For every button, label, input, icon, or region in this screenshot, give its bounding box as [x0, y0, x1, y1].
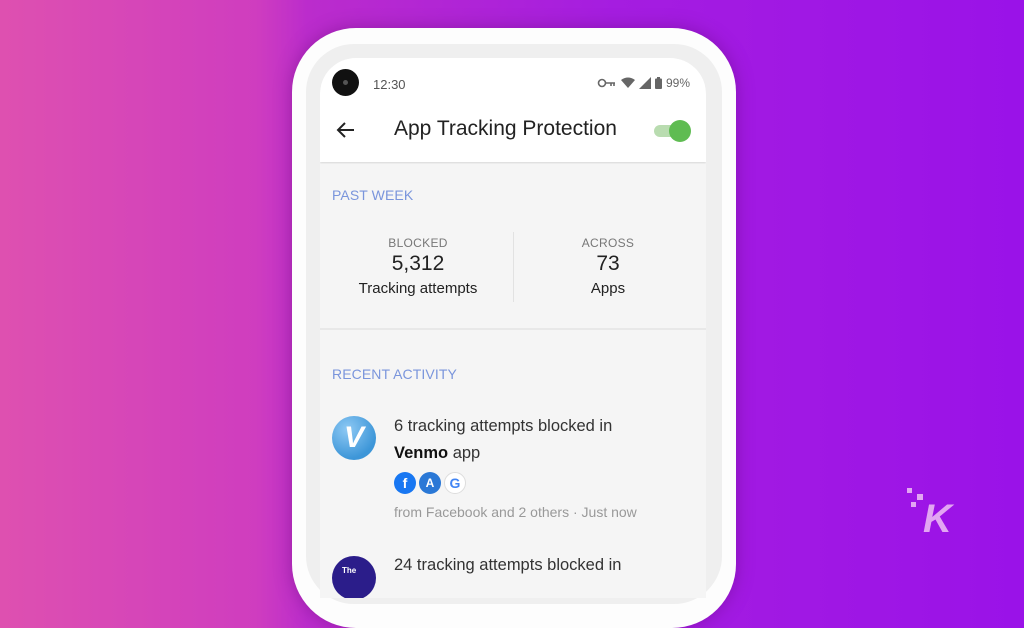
adjust-icon: A: [419, 472, 441, 494]
stat-subtitle: Tracking attempts: [358, 280, 478, 297]
stat-subtitle: Apps: [590, 280, 626, 297]
recent-activity-card: RECENT ACTIVITY V 6 tracking attempts bl…: [320, 330, 706, 598]
stat-value: 5,312: [391, 252, 445, 275]
back-button[interactable]: [334, 118, 358, 142]
activity-prefix: 24 tracking attempts blocked in: [394, 556, 622, 574]
the-app-icon: The: [332, 556, 376, 598]
status-time: 12:30: [373, 77, 406, 92]
activity-app-name: Venmo: [394, 444, 449, 462]
past-week-card: PAST WEEK BLOCKED 5,312 Tracking attempt…: [320, 164, 706, 330]
watermark-letter: K: [923, 497, 955, 536]
tracker-icons: f A G: [394, 472, 466, 494]
page-title: App Tracking Protection: [394, 117, 617, 140]
activity-item[interactable]: The 24 tracking attempts blocked in: [332, 552, 702, 598]
section-label-recent-activity: RECENT ACTIVITY: [332, 366, 457, 382]
stat-across: ACROSS 73 Apps: [518, 236, 698, 297]
protection-toggle[interactable]: [654, 120, 692, 142]
facebook-icon: f: [394, 472, 416, 494]
battery-icon: [654, 77, 662, 89]
activity-prefix: 6 tracking attempts blocked in: [394, 417, 613, 435]
activity-meta: from Facebook and 2 others · Just now: [394, 504, 637, 520]
venmo-icon: V: [332, 416, 376, 460]
stat-blocked: BLOCKED 5,312 Tracking attempts: [328, 236, 508, 297]
stat-caption: BLOCKED: [388, 236, 448, 250]
arrow-left-icon: [336, 122, 354, 138]
activity-suffix: app: [448, 444, 481, 462]
wifi-icon: [620, 77, 635, 88]
app-bar: 12:30 99% App Tracking Protection: [320, 58, 706, 162]
stat-value: 73: [596, 252, 620, 275]
vpn-key-icon: [597, 78, 615, 88]
activity-text: 6 tracking attempts blocked in Venmo app: [394, 413, 612, 467]
stat-caption: ACROSS: [581, 236, 635, 250]
cell-signal-icon: [638, 77, 651, 89]
toggle-knob: [669, 120, 691, 142]
google-icon: G: [444, 472, 466, 494]
status-icons: 99%: [597, 76, 690, 90]
activity-item[interactable]: V 6 tracking attempts blocked in Venmo a…: [332, 414, 702, 524]
camera-cutout: [332, 69, 359, 96]
battery-percent: 99%: [665, 76, 690, 90]
phone-screen: 12:30 99% App Tracking Protection PAST W…: [320, 58, 706, 598]
section-label-past-week: PAST WEEK: [332, 187, 414, 203]
activity-text: 24 tracking attempts blocked in: [394, 552, 621, 579]
watermark-logo-icon: K: [907, 488, 955, 536]
stat-divider: [513, 232, 514, 302]
